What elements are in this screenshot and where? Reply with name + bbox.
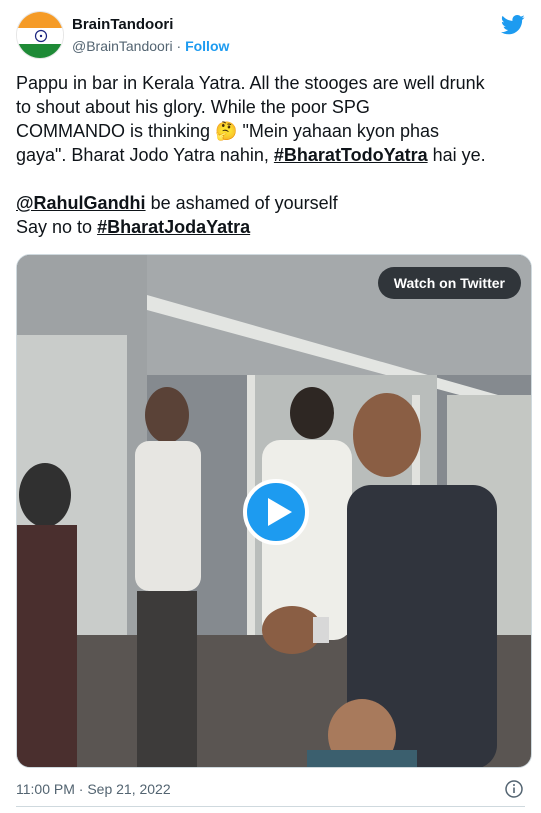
- footer-divider: [16, 806, 525, 807]
- hashtag-bharat-todo-yatra[interactable]: #BharatTodoYatra: [274, 145, 428, 165]
- tweet-line-2: to shout about his glory. While the poor…: [16, 97, 370, 117]
- video-media[interactable]: Watch on Twitter: [16, 254, 532, 768]
- tweet-line: gaya". Bharat Jodo Yatra nahin, #BharatT…: [16, 143, 528, 167]
- tweet-line-5-end: be ashamed of yourself: [145, 193, 338, 213]
- separator-dot: ·: [176, 38, 182, 54]
- tweet-line: @RahulGandhi be ashamed of yourself: [16, 191, 528, 215]
- tweet-line: Pappu in bar in Kerala Yatra. All the st…: [16, 71, 528, 95]
- mention-rahul-gandhi[interactable]: @RahulGandhi: [16, 193, 146, 213]
- tweet-line: Say no to #BharatJodaYatra: [16, 215, 528, 239]
- play-icon: [268, 498, 292, 526]
- info-icon[interactable]: [505, 780, 523, 798]
- tweet-line-3-start: COMMANDO is thinking: [16, 121, 216, 141]
- tweet-footer: 11:00 PM · Sep 21, 2022: [16, 778, 525, 800]
- tweet-line: COMMANDO is thinking 🤔 "Mein yahaan kyon…: [16, 119, 528, 143]
- watch-on-twitter-button[interactable]: Watch on Twitter: [377, 267, 521, 299]
- tweet-line-4-end: hai ye.: [427, 145, 486, 165]
- hashtag-bharat-joda-yatra[interactable]: #BharatJodaYatra: [97, 217, 250, 237]
- india-flag-avatar[interactable]: [16, 11, 64, 59]
- tweet-line-4-start: gaya". Bharat Jodo Yatra nahin,: [16, 145, 274, 165]
- tweet-line-6-start: Say no to: [16, 217, 98, 237]
- author-display-name[interactable]: BrainTandoori: [72, 16, 229, 34]
- tweet-line-1: Pappu in bar in Kerala Yatra. All the st…: [16, 73, 485, 93]
- tweet-header: BrainTandoori @BrainTandoori · Follow: [16, 11, 525, 61]
- follow-button[interactable]: Follow: [185, 38, 229, 54]
- tweet-line-3-end: "Mein yahaan kyon phas: [237, 121, 439, 141]
- thinking-face-emoji: 🤔: [215, 121, 238, 141]
- tweet-line: to shout about his glory. While the poor…: [16, 95, 528, 119]
- tweet-text: Pappu in bar in Kerala Yatra. All the st…: [16, 71, 528, 239]
- author-handle[interactable]: @BrainTandoori: [72, 38, 173, 54]
- timestamp-link[interactable]: 11:00 PM · Sep 21, 2022: [16, 781, 171, 797]
- play-button[interactable]: [243, 479, 309, 545]
- author-handle-line: @BrainTandoori · Follow: [72, 37, 229, 55]
- twitter-bird-icon[interactable]: [501, 15, 525, 35]
- author-names: BrainTandoori @BrainTandoori · Follow: [72, 16, 229, 55]
